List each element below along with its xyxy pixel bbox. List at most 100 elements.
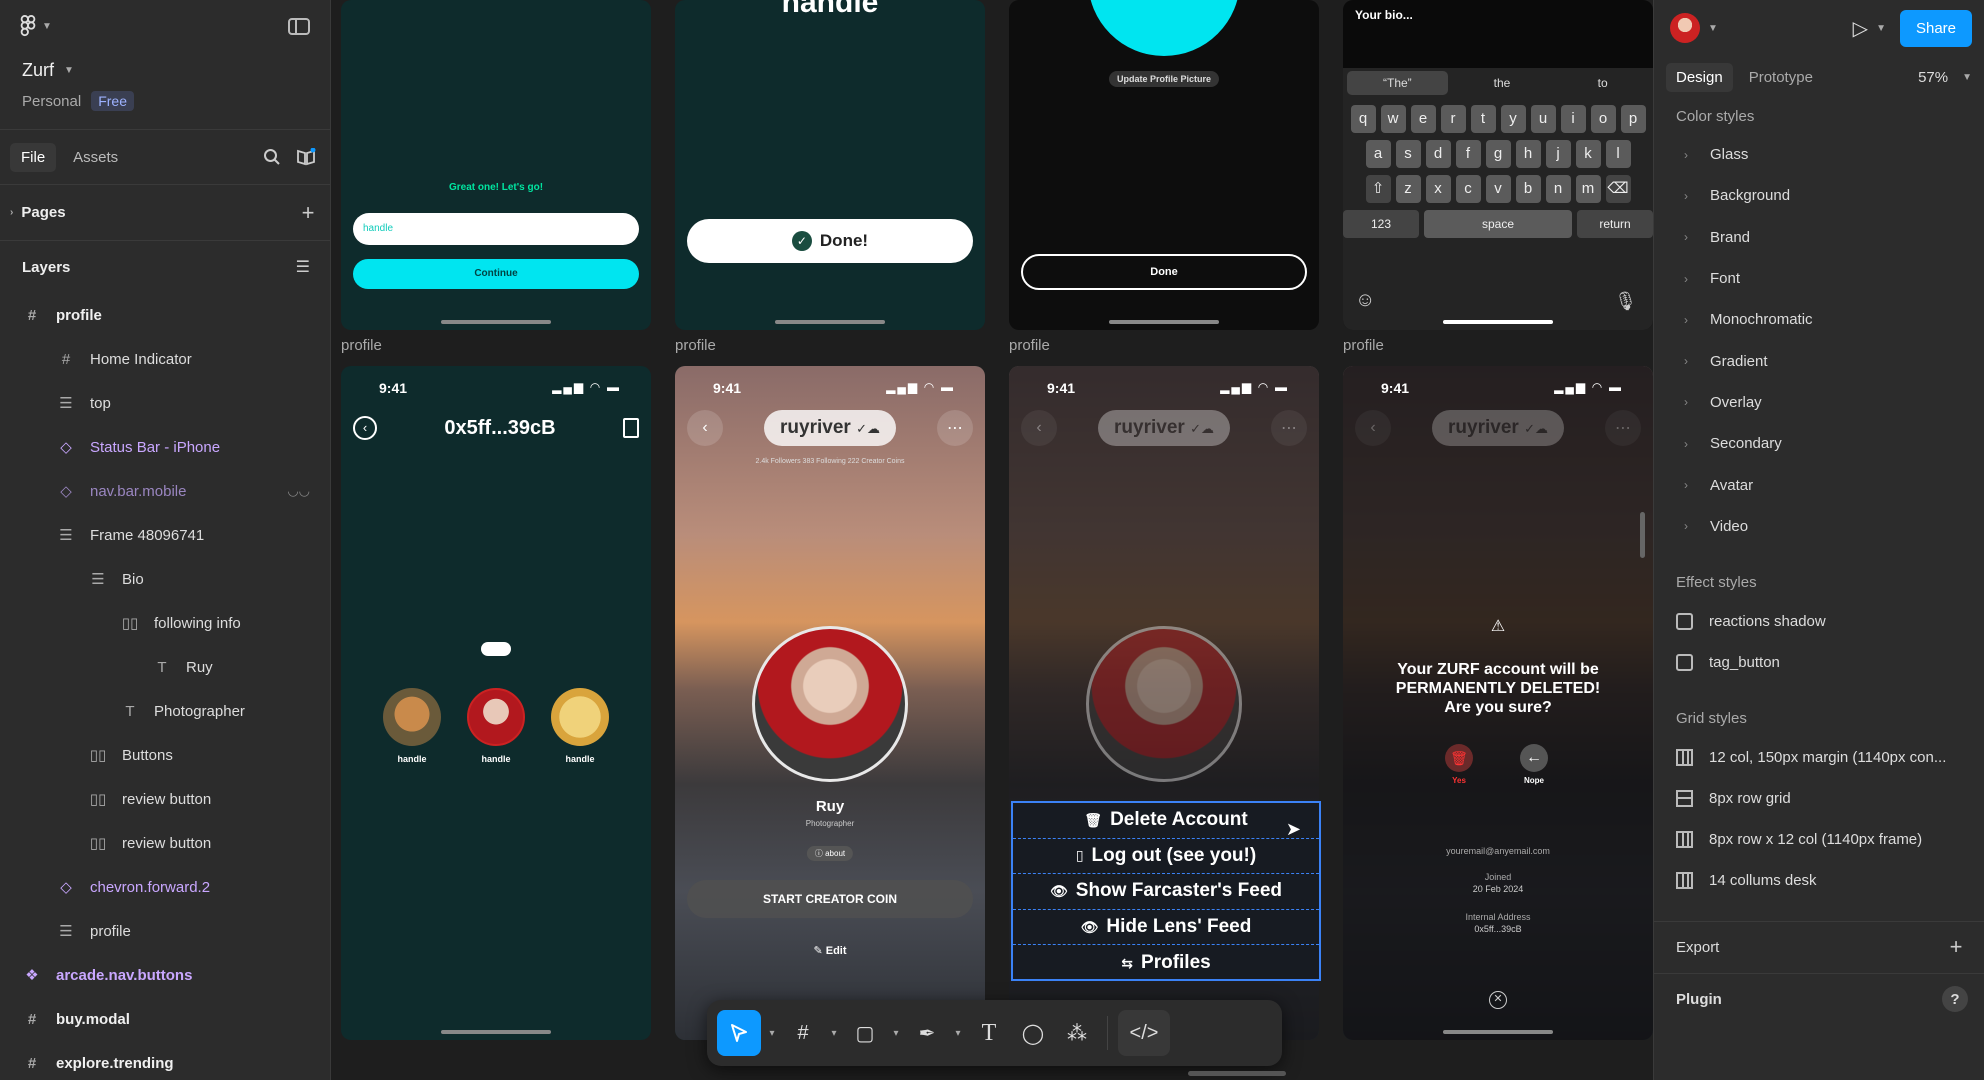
color-style-item[interactable]: › Avatar [1654, 464, 1984, 505]
more-icon[interactable]: ⋯ [937, 410, 973, 446]
backspace-icon[interactable]: ⌫ [1605, 175, 1631, 203]
key[interactable]: t [1470, 105, 1496, 133]
color-style-item[interactable]: › Glass [1654, 134, 1984, 175]
layer-item[interactable]: ☰ Frame 48096741 [0, 513, 330, 557]
canvas[interactable]: Great one! Let's go! handle Continue pro… [331, 0, 1653, 1080]
horizontal-scrollbar[interactable] [1188, 1071, 1286, 1076]
share-button[interactable]: Share [1899, 9, 1972, 47]
chevron-down-icon[interactable]: ▼ [1708, 23, 1718, 34]
edit-button[interactable]: ✎ Edit [675, 944, 985, 957]
menu-show-farcaster-feed[interactable]: 👁 Show Farcaster's Feed [1013, 874, 1319, 910]
help-icon[interactable]: ? [1942, 986, 1968, 1013]
more-icon[interactable]: ⋯ [1605, 410, 1641, 446]
move-tool-icon[interactable] [717, 1010, 761, 1056]
key[interactable]: r [1440, 105, 1466, 133]
color-style-item[interactable]: › Video [1654, 506, 1984, 547]
key[interactable]: a [1365, 140, 1391, 168]
layer-item[interactable]: ☰ top [0, 381, 330, 425]
key[interactable]: b [1515, 175, 1541, 203]
add-page-icon[interactable]: + [296, 200, 320, 226]
key[interactable]: s [1395, 140, 1421, 168]
chevron-down-icon[interactable]: ▼ [1876, 23, 1886, 34]
text-tool-icon[interactable]: T [969, 1010, 1009, 1056]
key[interactable]: c [1455, 175, 1481, 203]
tab-file[interactable]: File [10, 142, 57, 172]
layer-item[interactable]: ▯▯ review button [0, 777, 330, 821]
back-icon[interactable]: ‹ [1355, 410, 1391, 446]
suggestion[interactable]: “The” [1347, 71, 1448, 95]
frame-profile[interactable]: 9:41 ▂▄▆ ◠ ▬ ‹ ruyriver ✓☁ ⋯ 2.4k Followe… [675, 366, 985, 1040]
project-name-button[interactable]: Zurf ▼ [22, 60, 308, 81]
key[interactable]: j [1545, 140, 1571, 168]
key[interactable]: u [1530, 105, 1556, 133]
layer-item[interactable]: ▯▯ following info [0, 601, 330, 645]
key[interactable]: y [1500, 105, 1526, 133]
confirm-yes-button[interactable]: 🗑 [1445, 744, 1473, 772]
tab-design[interactable]: Design [1666, 62, 1733, 92]
rectangle-tool-icon[interactable]: ▢ [845, 1010, 885, 1056]
frame-wallet[interactable]: 9:41 ▂▄▆ ◠ ▬ ‹ 0x5ff...39cB handle handle… [341, 366, 651, 1040]
grid-style-item[interactable]: 14 collums desk [1654, 860, 1984, 901]
handle-pill[interactable]: ruyriver ✓☁ [1432, 410, 1564, 446]
key[interactable]: m [1575, 175, 1601, 203]
frame-handle-input[interactable]: Great one! Let's go! handle Continue [341, 0, 651, 330]
menu-profiles[interactable]: ⇆ Profiles [1013, 945, 1319, 981]
grid-style-item[interactable]: 8px row grid [1654, 778, 1984, 819]
pen-tool-icon[interactable]: ✒ [907, 1010, 947, 1056]
avatar[interactable] [551, 688, 609, 746]
confirm-nope-button[interactable]: ← [1520, 744, 1548, 772]
chevron-down-icon[interactable]: ▼ [1962, 72, 1972, 83]
color-style-item[interactable]: › Brand [1654, 217, 1984, 258]
plugin-row[interactable]: Plugin? [1654, 972, 1984, 1025]
tab-prototype[interactable]: Prototype [1739, 63, 1823, 92]
layer-item[interactable]: ◇ nav.bar.mobile ◡◡ [0, 469, 330, 513]
layer-item[interactable]: T Photographer [0, 689, 330, 733]
handle-input[interactable]: handle [353, 213, 639, 245]
actions-tool-icon[interactable]: ⁂ [1057, 1010, 1097, 1056]
key[interactable]: o [1590, 105, 1616, 133]
effect-style-item[interactable]: tag_button [1654, 642, 1984, 683]
suggestion[interactable]: to [1552, 76, 1653, 90]
export-row[interactable]: Export + [1654, 920, 1984, 973]
dev-mode-icon[interactable]: </> [1118, 1010, 1170, 1056]
hidden-eye-icon[interactable]: ◡◡ [287, 483, 310, 499]
zoom-level[interactable]: 57% [1918, 69, 1948, 86]
color-style-item[interactable]: › Monochromatic [1654, 299, 1984, 340]
comment-tool-icon[interactable]: ◯ [1013, 1010, 1053, 1056]
color-style-item[interactable]: › Font [1654, 258, 1984, 299]
key[interactable]: q [1350, 105, 1376, 133]
key[interactable]: z [1395, 175, 1421, 203]
menu-hide-lens-feed[interactable]: 👁 Hide Lens' Feed [1013, 910, 1319, 946]
shift-icon[interactable]: ⇧ [1365, 175, 1391, 203]
layer-item[interactable]: # explore.trending [0, 1041, 330, 1080]
back-icon[interactable]: ‹ [687, 410, 723, 446]
menu-log-out[interactable]: ▯ Log out (see you!) [1013, 839, 1319, 875]
user-avatar[interactable] [1670, 13, 1700, 43]
key[interactable]: x [1425, 175, 1451, 203]
key[interactable]: l [1605, 140, 1631, 168]
key[interactable]: f [1455, 140, 1481, 168]
space-key[interactable]: space [1423, 210, 1573, 238]
close-icon[interactable]: ✕ [1489, 991, 1507, 1009]
grid-style-item[interactable]: 12 col, 150px margin (1140px con... [1654, 737, 1984, 778]
back-icon[interactable]: ‹ [1021, 410, 1057, 446]
layer-item[interactable]: ☰ profile [0, 909, 330, 953]
frame-tool-icon[interactable]: # [783, 1010, 823, 1056]
key[interactable]: d [1425, 140, 1451, 168]
done-button[interactable]: Done [1021, 254, 1307, 290]
search-icon[interactable] [258, 143, 286, 171]
key[interactable]: e [1410, 105, 1436, 133]
layer-item[interactable]: ◇ Status Bar - iPhone [0, 425, 330, 469]
pages-row[interactable]: › Pages + [0, 185, 330, 241]
present-play-icon[interactable]: ▷ [1853, 16, 1868, 41]
color-style-item[interactable]: › Secondary [1654, 423, 1984, 464]
suggestion[interactable]: the [1452, 76, 1553, 90]
add-export-icon[interactable]: + [1944, 934, 1968, 960]
about-pill[interactable]: ⓘ about [806, 846, 854, 861]
color-style-item[interactable]: › Gradient [1654, 340, 1984, 381]
copy-icon[interactable] [622, 418, 639, 438]
back-icon[interactable]: ‹ [353, 416, 377, 440]
handle-pill[interactable]: ruyriver ✓☁ [764, 410, 896, 446]
key[interactable]: g [1485, 140, 1511, 168]
start-creator-coin-button[interactable]: START CREATOR COIN [687, 880, 973, 918]
